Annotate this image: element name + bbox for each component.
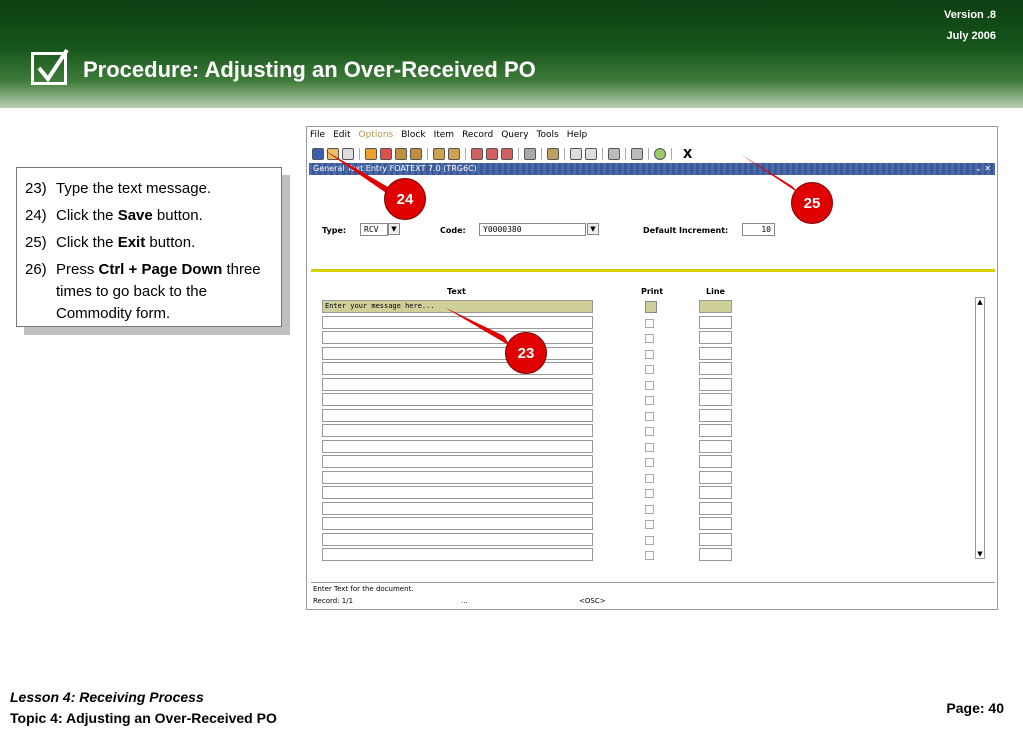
callout-25: 25 <box>791 182 833 224</box>
callout-23-pointer <box>444 307 510 346</box>
callout-25-pointer <box>740 154 800 194</box>
lesson-label: Lesson 4: Receiving Process <box>10 689 204 705</box>
topic-label: Topic 4: Adjusting an Over-Received PO <box>10 710 277 726</box>
callout-23: 23 <box>505 332 547 374</box>
callout-24: 24 <box>384 178 426 220</box>
page-number: Page: 40 <box>946 700 1004 716</box>
callout-24-pointer <box>324 150 392 197</box>
